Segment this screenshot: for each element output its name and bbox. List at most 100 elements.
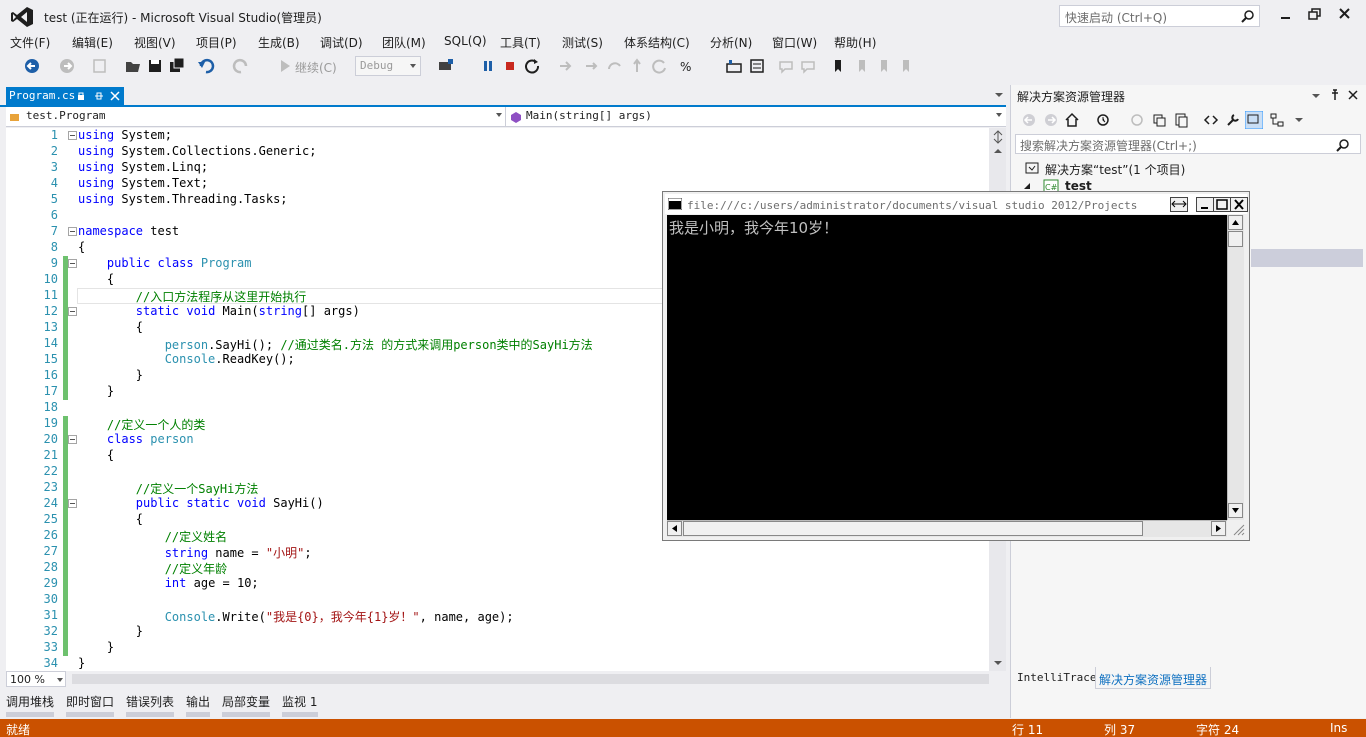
tab-program-cs[interactable]: Program.cs [6,87,124,105]
type-select[interactable]: test.Program [6,107,506,126]
undo-icon[interactable] [196,56,216,76]
code-line[interactable]: 28 //定义年龄 [6,560,989,576]
collapse-icon[interactable] [68,227,77,236]
console-minimize-button[interactable] [1196,197,1214,212]
scroll-down-icon[interactable] [993,660,1003,666]
code-line[interactable]: 34} [6,656,989,671]
scroll-up-icon[interactable] [993,148,1003,154]
menu-architecture[interactable]: 体系结构(C) [624,34,690,51]
close-panel-icon[interactable] [1347,89,1359,101]
forward-icon[interactable] [57,56,77,76]
menu-tools[interactable]: 工具(T) [500,34,541,51]
tab-output[interactable]: 输出 [186,693,210,710]
pending-changes-icon[interactable] [1095,112,1111,128]
sync-icon[interactable] [1129,112,1145,128]
menu-view[interactable]: 视图(V) [134,34,176,51]
preview-selected-items-icon[interactable] [1245,111,1263,129]
scroll-left-button[interactable] [667,521,682,536]
solution-search-input[interactable]: 搜索解决方案资源管理器(Ctrl+;) [1015,134,1361,154]
split-icon[interactable] [992,130,1004,144]
tab-call-stack[interactable]: 调用堆栈 [6,693,54,710]
forward-icon[interactable] [1043,112,1059,128]
tab-list-dropdown-icon[interactable] [994,92,1004,98]
member-select[interactable]: Main(string[] args) [508,107,1006,126]
save-all-icon[interactable] [167,56,187,76]
stop-debugging-icon[interactable] [500,56,520,76]
menu-file[interactable]: 文件(F) [10,34,50,51]
code-line[interactable]: 2 using System.Collections.Generic; [6,144,989,160]
tab-locals[interactable]: 局部变量 [222,693,270,710]
console-close-button[interactable] [1230,197,1248,212]
back-icon[interactable] [1021,112,1037,128]
step-out-icon[interactable] [627,56,647,76]
save-icon[interactable] [145,56,165,76]
scroll-thumb[interactable] [1228,231,1243,247]
scroll-right-button[interactable] [1211,521,1226,536]
resize-grip-icon[interactable] [1231,522,1245,536]
code-line[interactable]: 27 string name = "小明"; [6,544,989,560]
tab-watch-1[interactable]: 监视 1 [282,693,317,710]
zoom-select[interactable]: 100 % [6,671,66,687]
console-window[interactable]: file:///c:/users/administrator/documents… [662,191,1250,541]
menu-build[interactable]: 生成(B) [258,34,300,51]
refresh-icon[interactable] [650,56,670,76]
tab-immediate-window[interactable]: 即时窗口 [66,693,114,710]
menu-test[interactable]: 测试(S) [562,34,603,51]
home-icon[interactable] [1064,112,1080,128]
code-line[interactable]: 31 Console.Write("我是{0}，我今年{1}岁！", name,… [6,608,989,624]
open-file-icon[interactable] [123,56,143,76]
menu-window[interactable]: 窗口(W) [772,34,817,51]
close-tab-icon[interactable] [110,91,120,101]
continue-button[interactable]: 继续(C) [295,59,337,76]
class-diagram-icon[interactable] [1269,112,1285,128]
back-icon[interactable] [22,56,42,76]
horizontal-scroll-thumb[interactable] [683,521,1143,536]
collapse-icon[interactable] [68,131,77,140]
collapse-all-icon[interactable] [1151,112,1167,128]
collapse-icon[interactable] [68,307,77,316]
menu-project[interactable]: 项目(P) [196,34,237,51]
expand-triangle-icon[interactable] [1023,182,1031,190]
menu-debug[interactable]: 调试(D) [320,34,363,51]
console-maximize-button[interactable] [1213,197,1231,212]
code-line[interactable]: 32 } [6,624,989,640]
code-line[interactable]: 4 using System.Text; [6,176,989,192]
menu-sql[interactable]: SQL(Q) [444,34,487,48]
redo-icon[interactable] [231,56,251,76]
menu-analyze[interactable]: 分析(N) [710,34,752,51]
continue-icon[interactable] [275,56,295,76]
close-button[interactable] [1335,6,1355,24]
menu-team[interactable]: 团队(M) [382,34,426,51]
code-line[interactable]: 33 } [6,640,989,656]
code-line[interactable]: 29 int age = 10; [6,576,989,592]
tree-item-solution[interactable]: 解决方案“test”(1 个项目) [1013,159,1363,177]
chevron-down-icon[interactable] [1295,118,1303,123]
restore-button[interactable] [1305,6,1325,24]
menu-help[interactable]: 帮助(H) [834,34,876,51]
uncomment-icon[interactable] [798,56,818,76]
prev-bookmark-icon[interactable] [852,56,872,76]
show-all-files-icon[interactable] [1173,112,1189,128]
code-line[interactable]: 30 [6,592,989,608]
console-title-bar[interactable]: file:///c:/users/administrator/documents… [665,194,1248,214]
step-into-icon[interactable] [582,56,602,76]
selected-tree-row[interactable] [1251,249,1363,267]
hex-display-icon[interactable]: % [678,56,698,76]
solution-configuration-select[interactable]: Debug [355,56,421,76]
quick-launch-input[interactable]: 快速启动 (Ctrl+Q) [1059,5,1260,27]
clear-bookmarks-icon[interactable] [896,56,916,76]
pin-icon[interactable] [94,91,104,101]
attach-process-icon[interactable] [436,56,456,76]
properties-icon[interactable] [1225,112,1241,128]
menu-edit[interactable]: 编辑(E) [72,34,113,51]
bookmark-icon[interactable] [828,56,848,76]
console-resize-button[interactable] [1170,197,1188,212]
minimize-button[interactable] [1276,6,1296,24]
panel-menu-icon[interactable] [1311,93,1321,99]
pin-icon[interactable] [1329,89,1341,101]
next-bookmark-icon[interactable] [874,56,894,76]
break-all-icon[interactable] [478,56,498,76]
threads-icon[interactable] [724,56,744,76]
view-code-icon[interactable] [1203,112,1219,128]
scroll-up-button[interactable] [1228,215,1243,230]
